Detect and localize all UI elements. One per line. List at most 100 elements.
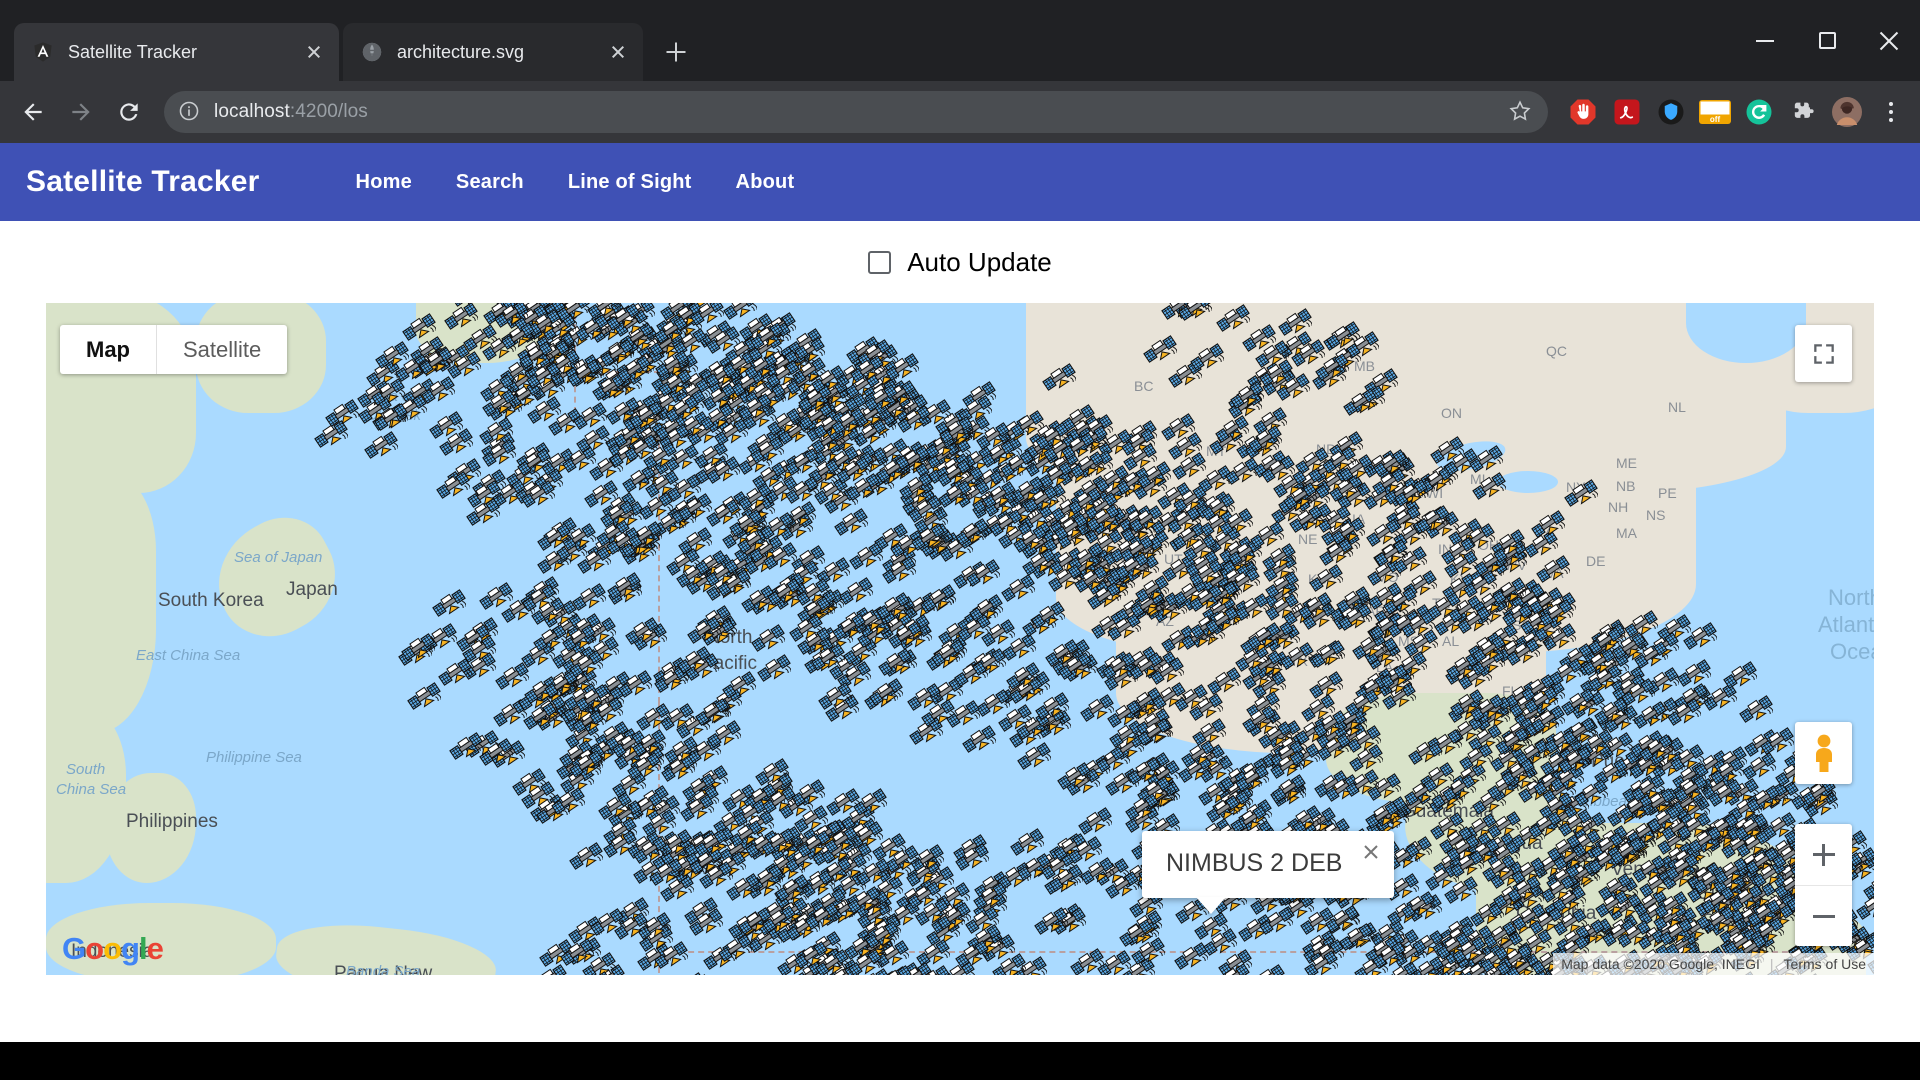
satellite-marker[interactable] xyxy=(1633,638,1669,672)
satellite-marker[interactable] xyxy=(1172,449,1207,483)
satellite-marker[interactable] xyxy=(1249,518,1285,552)
satellite-marker[interactable] xyxy=(760,825,796,859)
satellite-marker[interactable] xyxy=(1048,561,1084,595)
new-tab-button[interactable] xyxy=(655,31,697,73)
satellite-marker[interactable] xyxy=(1498,971,1532,975)
satellite-marker[interactable] xyxy=(575,311,611,345)
satellite-marker[interactable] xyxy=(648,855,684,889)
satellite-marker[interactable] xyxy=(526,393,562,427)
satellite-marker[interactable] xyxy=(966,556,1001,590)
toggle-off-icon[interactable]: off xyxy=(1696,93,1734,131)
satellite-marker[interactable] xyxy=(1060,429,1096,463)
satellite-marker[interactable] xyxy=(1348,741,1384,775)
satellite-marker[interactable] xyxy=(1189,690,1224,724)
satellite-marker[interactable] xyxy=(1345,686,1381,720)
satellite-marker[interactable] xyxy=(428,408,464,442)
satellite-marker[interactable] xyxy=(1310,637,1346,671)
satellite-marker[interactable] xyxy=(1594,694,1630,728)
satellite-marker[interactable] xyxy=(614,909,650,943)
satellite-marker[interactable] xyxy=(1538,596,1574,630)
satellite-marker[interactable] xyxy=(998,701,1033,735)
reload-icon[interactable] xyxy=(106,89,152,135)
satellite-marker[interactable] xyxy=(761,783,797,817)
map-type-button-satellite[interactable]: Satellite xyxy=(157,325,287,374)
satellite-marker[interactable] xyxy=(1276,370,1311,404)
satellite-marker[interactable] xyxy=(939,413,974,447)
satellite-marker[interactable] xyxy=(1530,507,1566,541)
satellite-marker[interactable] xyxy=(1459,740,1495,774)
star-icon[interactable] xyxy=(1508,99,1534,125)
minimize-button[interactable] xyxy=(1734,10,1796,72)
satellite-marker[interactable] xyxy=(1371,938,1407,972)
satellite-marker[interactable] xyxy=(1469,691,1505,725)
satellite-marker[interactable] xyxy=(1123,440,1159,474)
zoom-in-button[interactable] xyxy=(1795,824,1852,885)
satellite-marker[interactable] xyxy=(1759,724,1795,758)
satellite-marker[interactable] xyxy=(1442,771,1477,805)
satellite-marker[interactable] xyxy=(865,918,900,952)
satellite-marker[interactable] xyxy=(678,490,713,524)
satellite-marker[interactable] xyxy=(992,950,1027,975)
satellite-marker[interactable] xyxy=(550,784,586,818)
satellite-marker[interactable] xyxy=(1553,905,1588,939)
satellite-marker[interactable] xyxy=(1241,702,1277,736)
satellite-marker[interactable] xyxy=(876,589,911,623)
satellite-marker[interactable] xyxy=(726,870,761,904)
satellite-marker[interactable] xyxy=(678,524,714,558)
satellite-marker[interactable] xyxy=(775,871,810,905)
satellite-marker[interactable] xyxy=(1563,476,1599,510)
satellite-marker[interactable] xyxy=(849,352,885,386)
satellite-marker[interactable] xyxy=(1190,340,1225,374)
satellite-marker[interactable] xyxy=(493,303,529,331)
satellite-marker[interactable] xyxy=(401,630,437,664)
satellite-marker[interactable] xyxy=(1547,831,1582,865)
zoom-out-button[interactable] xyxy=(1795,885,1852,946)
satellite-marker[interactable] xyxy=(793,938,829,972)
street-view-pegman-icon[interactable] xyxy=(1795,722,1852,784)
satellite-marker[interactable] xyxy=(325,396,361,430)
satellite-marker[interactable] xyxy=(788,611,824,645)
satellite-marker[interactable] xyxy=(521,581,557,615)
satellite-marker[interactable] xyxy=(627,749,663,783)
satellite-marker[interactable] xyxy=(1505,635,1541,669)
satellite-marker[interactable] xyxy=(878,645,914,679)
satellite-marker[interactable] xyxy=(791,776,827,810)
satellite-marker[interactable] xyxy=(1042,360,1077,394)
satellite-marker[interactable] xyxy=(406,679,442,713)
satellite-marker[interactable] xyxy=(954,937,990,971)
satellite-marker[interactable] xyxy=(946,697,982,731)
satellite-marker[interactable] xyxy=(882,553,918,587)
satellite-marker[interactable] xyxy=(1189,581,1225,615)
satellite-marker[interactable] xyxy=(690,303,725,329)
satellite-marker[interactable] xyxy=(374,400,410,434)
forward-arrow-icon[interactable] xyxy=(58,89,104,135)
satellite-marker[interactable] xyxy=(1247,619,1282,653)
nav-link-line-of-sight[interactable]: Line of Sight xyxy=(546,171,714,194)
satellite-marker[interactable] xyxy=(1278,305,1313,339)
satellite-marker[interactable] xyxy=(1427,726,1463,760)
browser-tab-architecture-svg[interactable]: architecture.svg xyxy=(343,23,643,81)
satellite-marker[interactable] xyxy=(1234,761,1270,795)
satellite-marker[interactable] xyxy=(1142,332,1178,366)
satellite-marker[interactable] xyxy=(495,659,531,693)
puzzle-extensions-icon[interactable] xyxy=(1784,93,1822,131)
satellite-marker[interactable] xyxy=(826,785,862,819)
satellite-marker[interactable] xyxy=(955,840,990,874)
satellite-marker[interactable] xyxy=(937,477,973,511)
satellite-marker[interactable] xyxy=(479,579,514,613)
satellite-marker[interactable] xyxy=(521,477,556,511)
nav-link-about[interactable]: About xyxy=(714,171,817,194)
satellite-marker[interactable] xyxy=(635,700,671,734)
satellite-marker[interactable] xyxy=(655,347,691,381)
satellite-marker[interactable] xyxy=(817,679,853,713)
satellite-marker[interactable] xyxy=(855,855,891,889)
adblock-icon[interactable] xyxy=(1564,93,1602,131)
profile-avatar-icon[interactable] xyxy=(1828,93,1866,131)
satellite-marker[interactable] xyxy=(481,386,517,420)
satellite-marker[interactable] xyxy=(605,394,641,428)
satellite-marker[interactable] xyxy=(823,823,859,857)
satellite-marker[interactable] xyxy=(1501,755,1537,789)
satellite-marker[interactable] xyxy=(1216,303,1251,335)
satellite-marker[interactable] xyxy=(1557,743,1593,777)
satellite-marker[interactable] xyxy=(1659,915,1695,949)
